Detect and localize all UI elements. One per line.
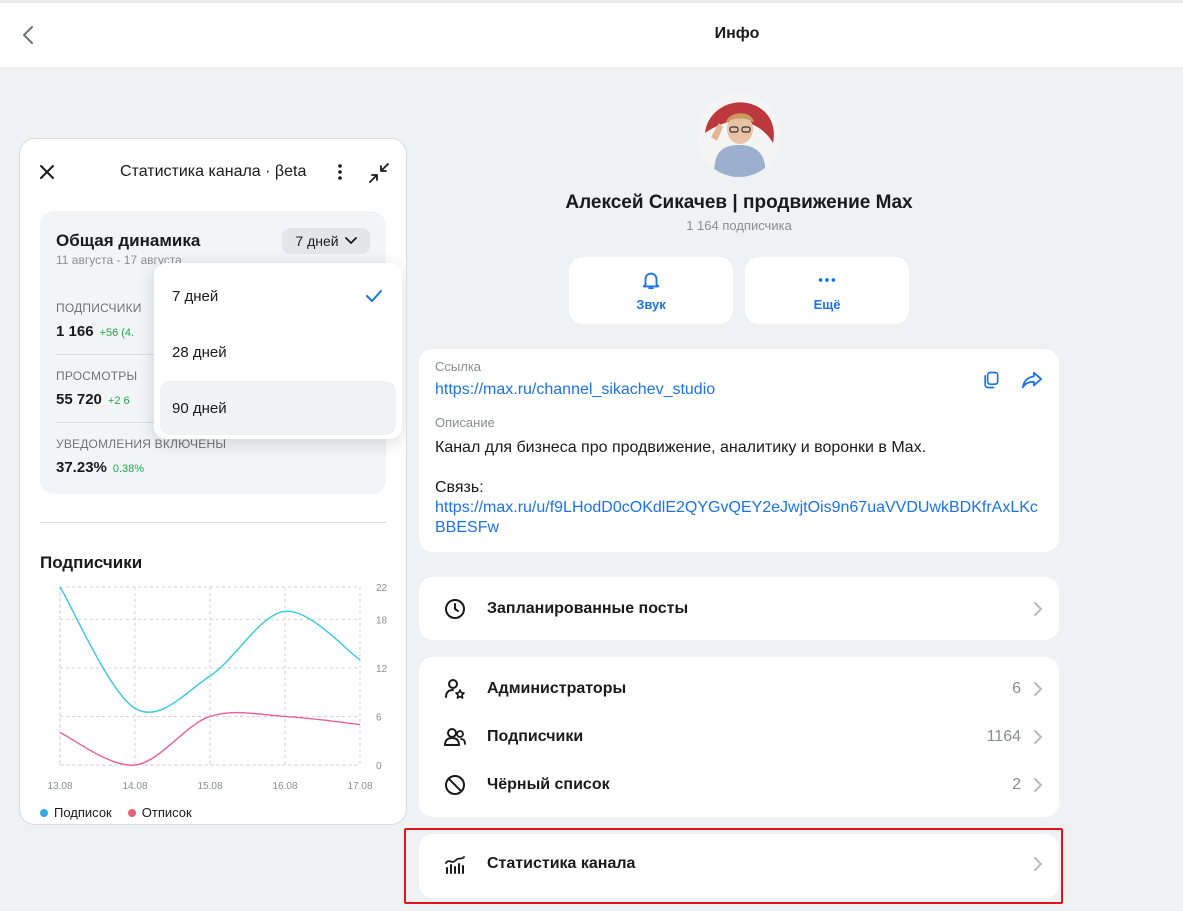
more-button[interactable]: Ещё [745, 257, 909, 324]
period-dropdown: 7 дней 28 дней 90 дней [154, 263, 402, 439]
bell-icon [642, 272, 660, 290]
more-button-label: Ещё [813, 297, 841, 312]
link-label: Ссылка [435, 359, 482, 374]
chart-title: Подписчики [40, 553, 143, 572]
subscribers-chart: 0 6 12 18 22 13.08 14.08 15.08 16.08 17.08 [47, 583, 388, 792]
avatar-image-icon [697, 93, 781, 177]
more-dots-icon [818, 278, 836, 282]
period-select[interactable]: 7 дней [282, 228, 370, 254]
stat-subscribers-value: 1 166 +56 (4. [56, 323, 134, 340]
administrators-label: Администраторы [487, 680, 627, 697]
scheduled-posts-label: Запланированные посты [487, 600, 689, 617]
subscribers-count: 1164 [986, 728, 1021, 745]
channel-avatar[interactable] [697, 93, 781, 177]
period-option-90[interactable]: 90 дней [160, 381, 396, 435]
y-tick-label: 22 [376, 583, 388, 594]
sound-button-label: Звук [636, 297, 666, 312]
chevron-right-icon [1034, 778, 1043, 792]
subscribers-label: Подписчики [487, 728, 584, 745]
stat-subscribers-delta: +56 (4. [99, 327, 135, 339]
admin-star-icon [445, 679, 465, 699]
stat-notifications-delta: 0.38% [112, 463, 145, 475]
stat-views-value: 55 720 +2 6 [56, 391, 130, 408]
stat-notifications-value: 37.23% 0.38% [56, 459, 144, 476]
dynamics-title: Общая динамика [56, 231, 201, 250]
check-icon [366, 290, 382, 302]
contact-link[interactable]: https://max.ru/u/f9LHodD0cOKdlE2QYGvQEY2… [435, 498, 1043, 538]
chevron-right-icon [1034, 682, 1043, 696]
users-icon [444, 728, 466, 746]
channel-subscriber-count: 1 164 подписчика [686, 218, 792, 233]
legend-item-subscribe: Подписок [40, 805, 112, 820]
period-select-value: 7 дней [295, 233, 339, 249]
divider [40, 522, 386, 523]
period-option-label: 7 дней [172, 287, 219, 305]
administrators-count: 6 [1012, 680, 1021, 697]
blacklist-label: Чёрный список [487, 776, 610, 793]
page-title: Инфо [714, 25, 760, 42]
clock-icon [445, 599, 465, 619]
subscribers-row[interactable]: Подписчики 1164 [419, 713, 1059, 761]
highlight-frame [404, 828, 1063, 904]
contact-link-line-2: BBESFw [435, 519, 500, 536]
close-icon[interactable] [39, 164, 55, 180]
chevron-right-icon [1034, 730, 1043, 744]
period-option-28[interactable]: 28 дней [160, 325, 396, 379]
scheduled-posts-row[interactable]: Запланированные посты [419, 585, 1059, 633]
block-icon [445, 775, 465, 795]
stat-notifications-number: 37.23% [56, 459, 107, 476]
contact-link-line-1: https://max.ru/u/f9LHodD0cOKdlE2QYGvQEY2… [435, 499, 1038, 516]
period-option-label: 28 дней [172, 343, 227, 361]
y-tick-label: 18 [376, 615, 388, 626]
blacklist-row[interactable]: Чёрный список 2 [419, 761, 1059, 809]
y-tick-label: 12 [376, 664, 388, 675]
stat-views-delta: +2 6 [107, 395, 130, 407]
copy-icon[interactable] [981, 370, 1001, 390]
legend-dot [127, 808, 136, 817]
y-tick-label: 6 [376, 712, 382, 723]
channel-stats-panel: Статистика канала · βeta Общая динамика … [19, 138, 407, 825]
x-tick-label: 15.08 [197, 781, 222, 792]
legend-item-unsubscribe: Отписок [127, 805, 192, 820]
period-option-label: 90 дней [172, 399, 227, 417]
share-icon[interactable] [1021, 370, 1043, 390]
channel-link[interactable]: https://max.ru/channel_sikachev_studio [435, 381, 1043, 399]
stat-notifications-label: УВЕДОМЛЕНИЯ ВКЛЮЧЕНЫ [56, 437, 227, 451]
stat-views-number: 55 720 [56, 391, 102, 408]
members-card: Администраторы 6 Подписчики 1164 Чёрный … [419, 657, 1059, 817]
description-text: Канал для бизнеса про продвижение, анали… [435, 439, 927, 456]
stats-panel-title: Статистика канала · βeta [120, 163, 307, 180]
scheduled-posts-card: Запланированные посты [419, 577, 1059, 640]
description-label: Описание [435, 415, 495, 430]
stat-subscribers-number: 1 166 [56, 323, 94, 340]
contact-label: Связь: [435, 479, 484, 496]
top-bar: Инфо [0, 0, 1183, 67]
collapse-icon[interactable] [368, 162, 390, 184]
sound-button[interactable]: Звук [569, 257, 733, 324]
period-option-7[interactable]: 7 дней [160, 269, 396, 323]
legend-dot [40, 808, 48, 817]
chevron-down-icon [344, 237, 357, 245]
x-tick-label: 16.08 [272, 781, 297, 792]
y-tick-label: 0 [376, 761, 382, 772]
channel-info-card: Ссылка https://max.ru/channel_sikachev_s… [419, 349, 1059, 552]
legend-label: Отписок [141, 805, 192, 820]
channel-name: Алексей Сикачев | продвижение Max [565, 192, 913, 213]
legend-label: Подписок [54, 805, 112, 820]
stat-subscribers-label: ПОДПИСЧИКИ [56, 301, 142, 315]
blacklist-count: 2 [1012, 776, 1021, 793]
more-vertical-icon[interactable] [332, 162, 348, 182]
chart-legend: Подписок Отписок [40, 805, 192, 820]
stat-views-label: ПРОСМОТРЫ [56, 369, 138, 383]
x-tick-label: 14.08 [122, 781, 147, 792]
x-tick-label: 13.08 [47, 781, 72, 792]
administrators-row[interactable]: Администраторы 6 [419, 665, 1059, 713]
x-tick-label: 17.08 [347, 781, 372, 792]
chevron-right-icon [1034, 602, 1043, 616]
